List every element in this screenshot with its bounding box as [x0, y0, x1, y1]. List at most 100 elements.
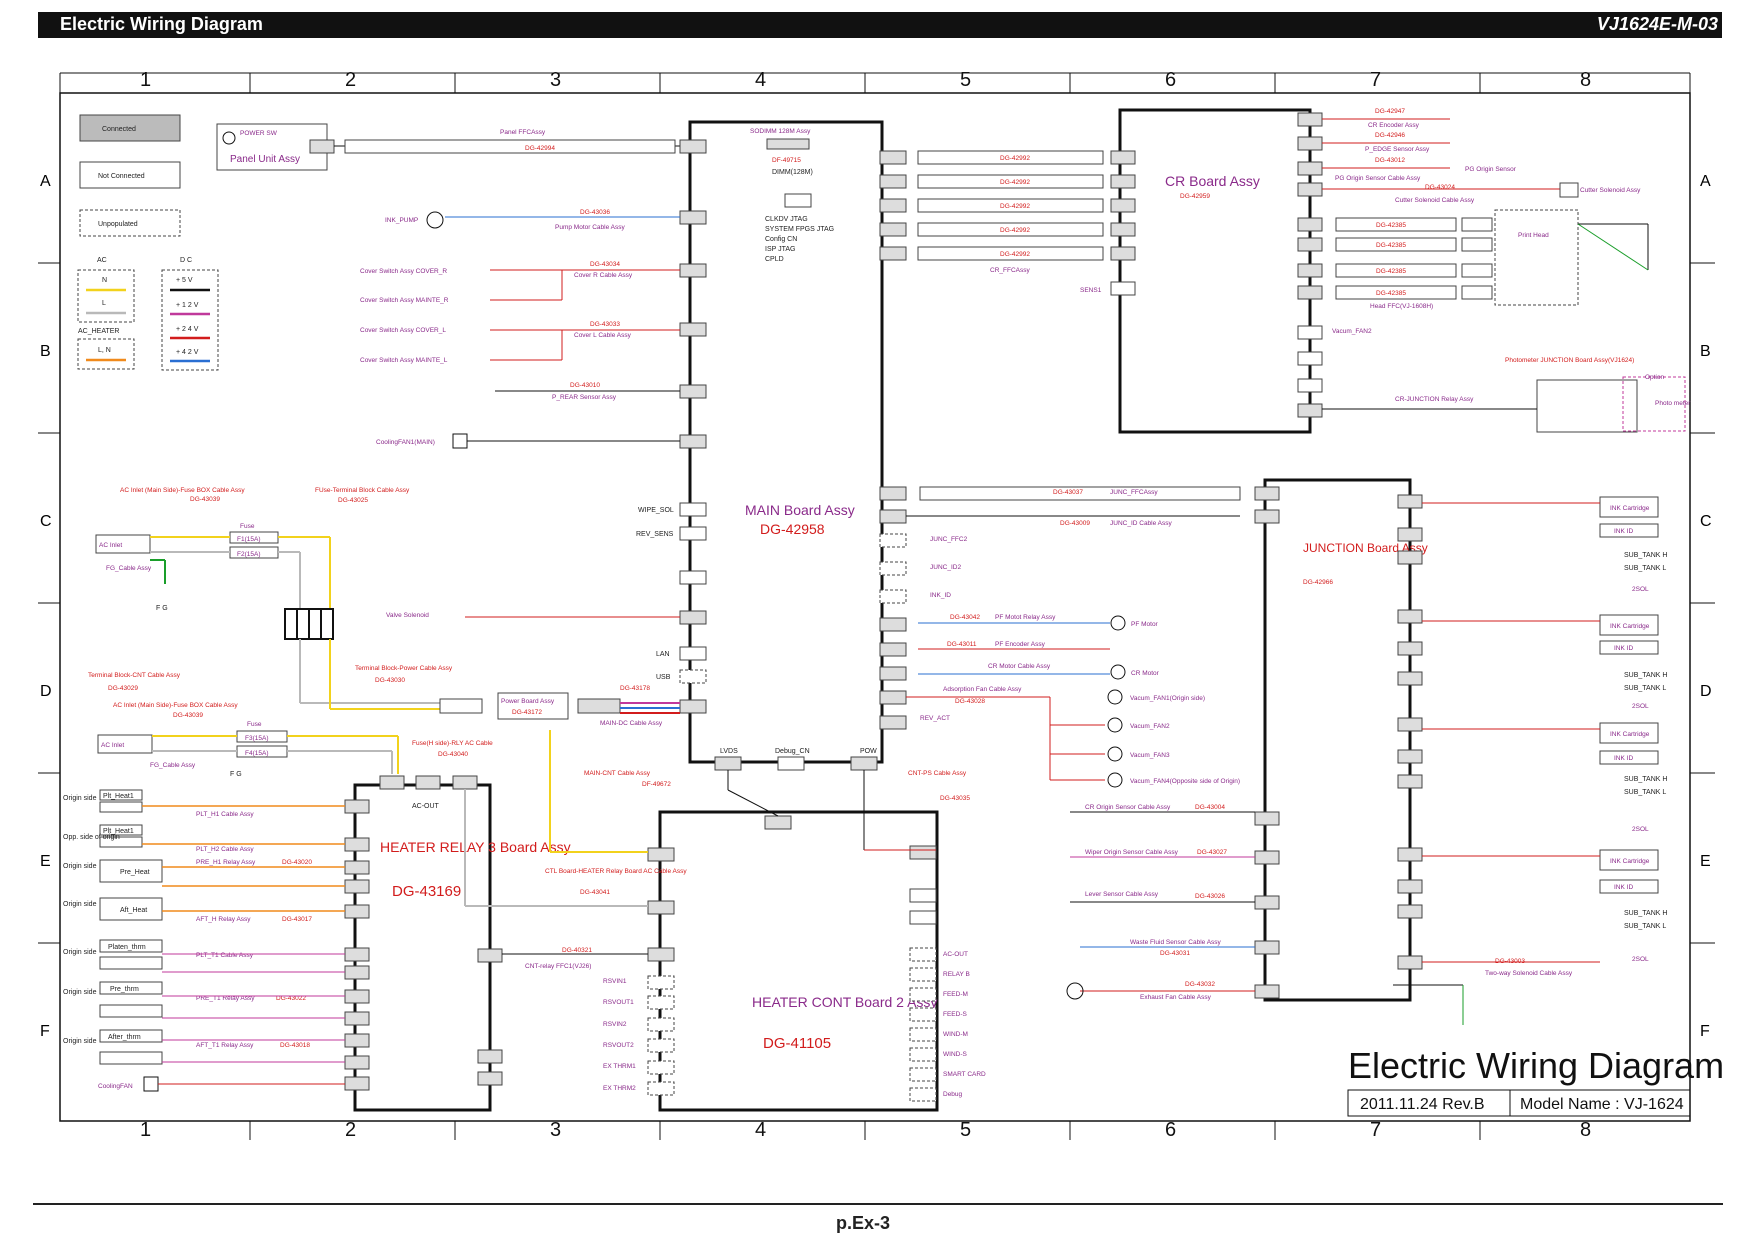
pre-h1-cable: PRE_H1 Relay Assy — [196, 859, 256, 866]
sol-1: 2SOL — [1632, 586, 1649, 593]
option-label: Option — [1645, 374, 1665, 381]
fg-cable-2: FG_Cable Assy — [150, 762, 196, 769]
title-block-date: 2011.11.24 Rev.B — [1360, 1096, 1485, 1113]
waste-label: Waste Fluid Sensor Cable Assy — [1130, 939, 1222, 946]
grid-row-f: F — [40, 1023, 50, 1040]
photo-meter: Photo meter — [1655, 400, 1691, 407]
cr-origin-dg: DG-43004 — [1195, 804, 1225, 811]
sub-tank-h-2: SUB_TANK H — [1624, 672, 1667, 679]
exhaust-label: Exhaust Fan Cable Assy — [1140, 994, 1212, 1001]
ink-pump-label: INK_PUMP — [385, 217, 418, 224]
grid-row-e-right: E — [1700, 853, 1711, 870]
main-right-connectors — [879, 150, 907, 730]
junction-board-dg: DG-42966 — [1303, 579, 1333, 586]
cover-r-part: Cover Switch Assy COVER_R — [360, 268, 447, 275]
grid-col-7-bottom: 7 — [1370, 1119, 1381, 1141]
grid-row-b-right: B — [1700, 343, 1711, 360]
pre-h1-dg: DG-43020 — [282, 859, 312, 866]
prear-dg: DG-43010 — [570, 382, 600, 389]
cooling-fan-label: CoolingFAN — [98, 1083, 133, 1090]
relay-ac-out: AC-OUT — [412, 803, 440, 810]
plt-h1-cable: PLT_H1 Cable Assy — [196, 811, 254, 818]
head-fan2: Vacum_FAN2 — [1332, 328, 1372, 335]
vacuum-fan1-icon — [1107, 689, 1123, 705]
grid-row-c-right: C — [1700, 513, 1712, 530]
title-block-title: Electric Wiring Diagram — [1348, 1045, 1724, 1086]
vacuum-fan2: Vacum_FAN2 — [1130, 723, 1170, 730]
tb-power-label: Terminal Block-Power Cable Assy — [355, 665, 453, 672]
grid-col-6-bottom: 6 — [1165, 1119, 1176, 1141]
pedge-label: P_EDGE Sensor Assy — [1365, 146, 1430, 153]
sol-4: 2SOL — [1632, 956, 1649, 963]
page-number: p.Ex-3 — [836, 1213, 891, 1233]
part-platen-thrm: Platen_thrm — [108, 944, 146, 951]
plt-t1-cable: PLT_T1 Cable Assy — [196, 952, 254, 959]
heater-right-1: AC-OUT — [943, 951, 968, 958]
sub-tank-l-2: SUB_TANK L — [1624, 685, 1666, 692]
fuse-f4: F4(15A) — [245, 750, 268, 757]
side-7: Origin side — [63, 1038, 97, 1045]
heater-right-6: WIND-S — [943, 1051, 967, 1058]
cover-l-dg: DG-43033 — [590, 321, 620, 328]
wiper-dg: DG-43027 — [1197, 849, 1227, 856]
grid-col-2-bottom: 2 — [345, 1119, 356, 1141]
cr-board-dg: DG-42959 — [1180, 193, 1210, 200]
cooling-fan-main: CoolingFAN1(MAIN) — [376, 439, 435, 446]
cooling-fan-main-icon — [452, 433, 468, 449]
adsorption-dg: DG-43028 — [955, 698, 985, 705]
ac-inlet-1-label: AC Inlet — [99, 542, 122, 549]
sub-tank-h-4: SUB_TANK H — [1624, 910, 1667, 917]
pf-motor-label: PF Motor — [1131, 621, 1159, 628]
ink-cartridge-3: INK Cartridge — [1610, 731, 1650, 738]
cover-l-part: Cover Switch Assy COVER_L — [360, 327, 446, 334]
grid-col-2: 2 — [345, 69, 356, 91]
vacuum-fan4-icon — [1107, 772, 1123, 788]
panel-ffc-dg: DG-42994 — [525, 145, 555, 152]
cr-motor-icon — [1110, 664, 1126, 680]
cr-enc-label: CR Encoder Assy — [1368, 122, 1420, 129]
grid-col-1-bottom: 1 — [140, 1119, 151, 1141]
grid-col-4: 4 — [755, 69, 766, 91]
aft-t1-cable: AFT_T1 Relay Assy — [196, 1042, 254, 1049]
cr-board — [1118, 108, 1312, 434]
legend-dc: D C — [180, 257, 192, 264]
vacuum-fan4: Vacum_FAN4(Opposite side of Origin) — [1130, 778, 1240, 785]
fuse-f1: F1(15A) — [237, 536, 260, 543]
sub-tank-h-3: SUB_TANK H — [1624, 776, 1667, 783]
legend-ac: AC — [97, 257, 107, 264]
heater-relay-connectors — [344, 775, 503, 1091]
pf-relay-dg: DG-43042 — [950, 614, 980, 621]
heater-right-8: Debug — [943, 1091, 963, 1098]
fg-2: F G — [230, 771, 242, 778]
lever-dg: DG-43026 — [1195, 893, 1225, 900]
vacuum-fan1: Vacum_FAN1(Origin side) — [1130, 695, 1205, 702]
cr-enc-dg: DG-42947 — [1375, 108, 1405, 115]
grid-col-5-bottom: 5 — [960, 1119, 971, 1141]
signal-rev-sens: REV_SENS — [636, 531, 674, 538]
junc-ffc-label: JUNC_FFCAssy — [1110, 489, 1158, 496]
power-cn001 — [439, 698, 483, 714]
mainte-l-part: Cover Switch Assy MAINTE_L — [360, 357, 448, 364]
cutter-dg: DG-43024 — [1425, 184, 1455, 191]
power-board-name: Power Board Assy — [501, 698, 555, 705]
heater-cont-connectors — [647, 815, 937, 1102]
heater-cont-dg: DG-41105 — [763, 1035, 831, 1052]
tb-cnt-dg: DG-43029 — [108, 685, 138, 692]
ac-inlet-2-label: AC Inlet — [101, 742, 124, 749]
cr-ffc-dg-3: DG-42992 — [1000, 203, 1030, 210]
title-block-model: Model Name : VJ-1624 — [1520, 1096, 1684, 1113]
ink-cartridge-1: INK Cartridge — [1610, 505, 1650, 512]
signal-lvds: LVDS — [720, 748, 738, 755]
fuse-tb-label: FUse-Terminal Block Cable Assy — [315, 487, 410, 494]
sol-2: 2SOL — [1632, 703, 1649, 710]
lever-label: Lever Sensor Cable Assy — [1085, 891, 1159, 898]
cover-r-dg: DG-43034 — [590, 261, 620, 268]
sodimm-label: SODIMM 128M Assy — [750, 128, 811, 135]
side-6: Origin side — [63, 989, 97, 996]
heater-relay-name: HEATER RELAY 3 Board Assy — [380, 839, 571, 855]
sub-tank-l-4: SUB_TANK L — [1624, 923, 1666, 930]
heater-cont-board — [658, 810, 939, 1112]
signal-wipe-sol: WIPE_SOL — [638, 507, 674, 514]
grid-col-3: 3 — [550, 69, 561, 91]
signal-pow: POW — [860, 748, 877, 755]
